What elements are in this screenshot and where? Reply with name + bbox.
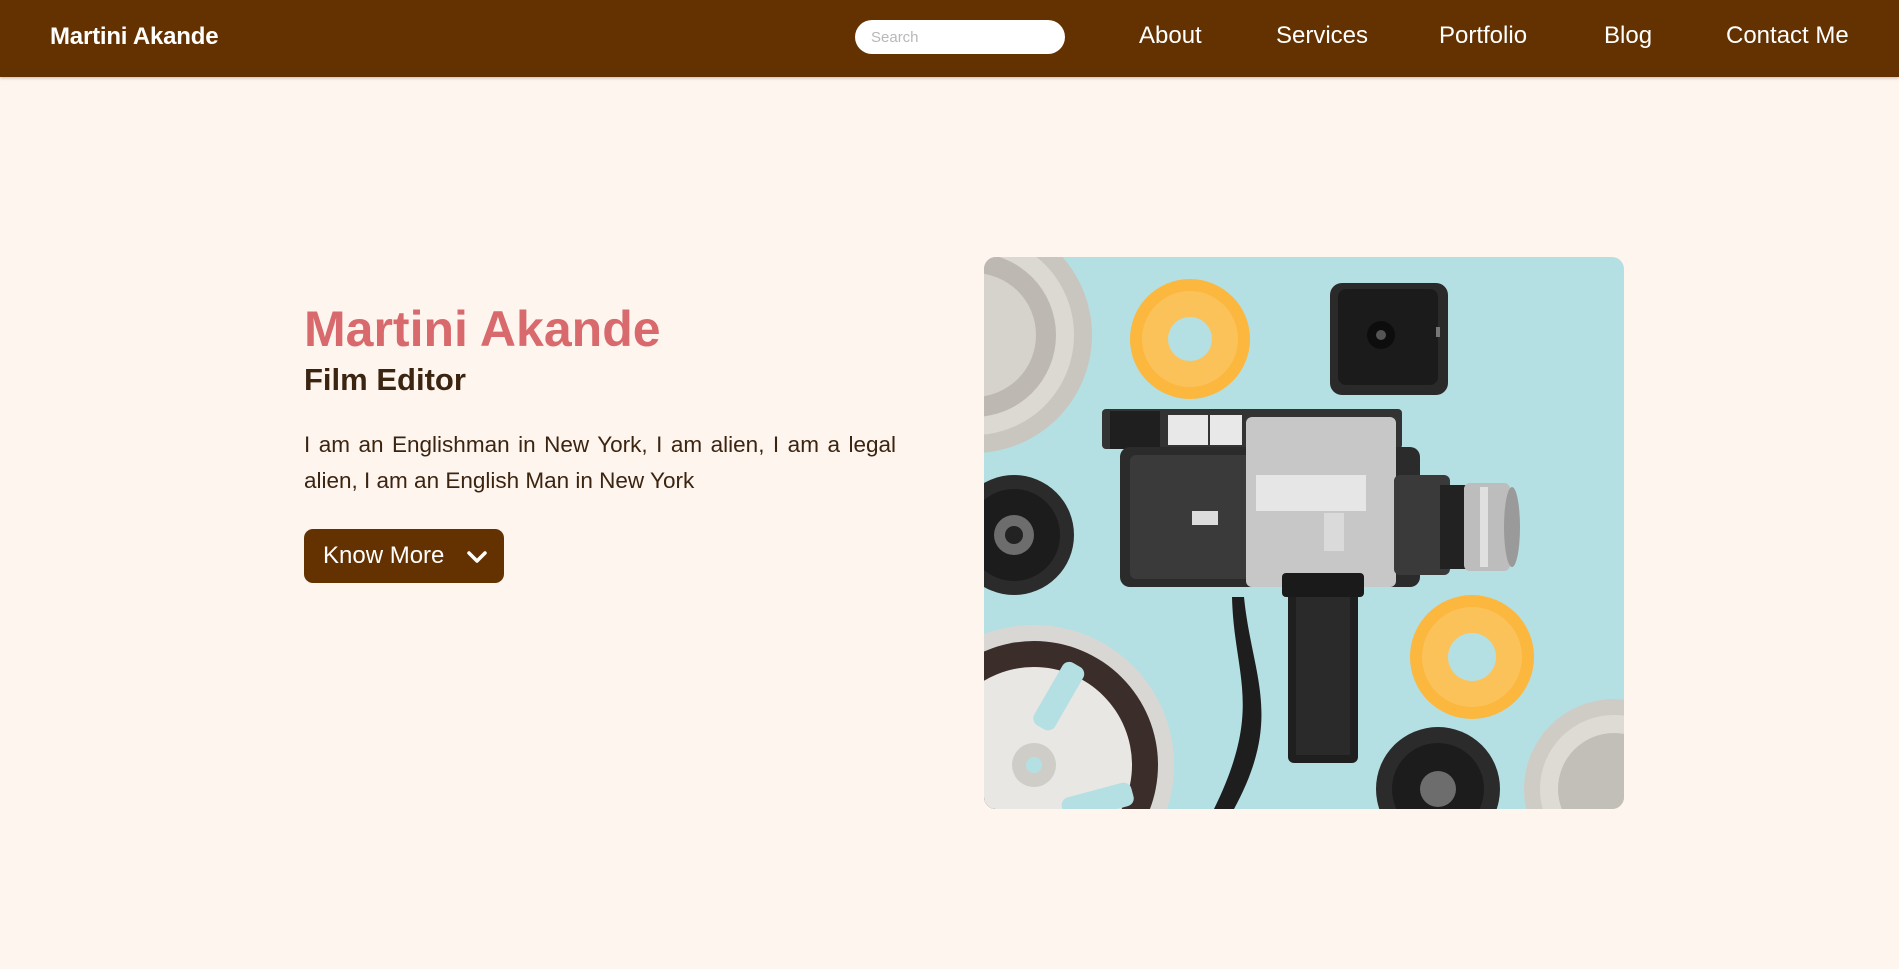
hero-photo-camera [984,257,1624,809]
know-more-label: Know More [323,542,445,569]
nav-link-contact[interactable]: Contact Me [1726,22,1849,50]
film-cartridge [1330,283,1448,395]
top-navbar: Martini Akande About Services Portfolio … [0,0,1899,77]
chevron-down-icon [466,550,488,567]
brand-logo[interactable]: Martini Akande [50,23,219,51]
hero-role: Film Editor [304,362,466,397]
yellow-spool-right [1410,595,1534,719]
search-input[interactable] [855,20,1065,54]
know-more-button[interactable]: Know More [304,529,504,583]
yellow-spool-top [1130,279,1250,399]
nav-link-portfolio[interactable]: Portfolio [1439,22,1527,50]
nav-link-about[interactable]: About [1139,22,1202,50]
nav-link-services[interactable]: Services [1276,22,1368,50]
nav-link-blog[interactable]: Blog [1604,22,1652,50]
hero-name: Martini Akande [304,301,661,357]
hero-description: I am an Englishman in New York, I am ali… [304,432,896,493]
